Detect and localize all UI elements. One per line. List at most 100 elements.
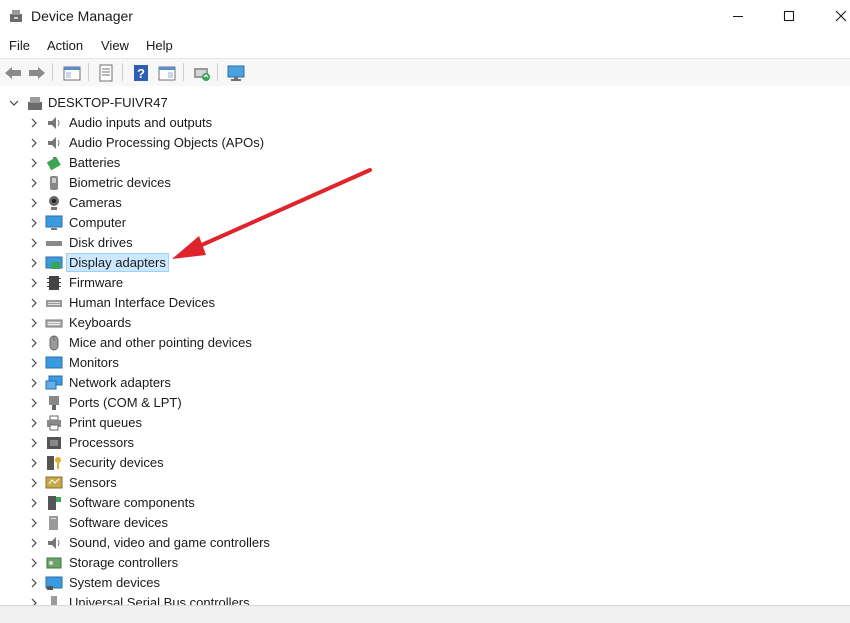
chevron-right-icon[interactable] bbox=[28, 457, 40, 469]
action-pane-icon[interactable] bbox=[156, 62, 178, 83]
speaker-icon bbox=[48, 137, 60, 149]
tree-item-ports[interactable]: Ports (COM & LPT) bbox=[0, 393, 850, 413]
tree-item-biometric[interactable]: Biometric devices bbox=[0, 173, 850, 193]
tree-item-sound-video[interactable]: Sound, video and game controllers bbox=[0, 533, 850, 553]
tree-item-computer[interactable]: Computer bbox=[0, 213, 850, 233]
chevron-right-icon[interactable] bbox=[28, 557, 40, 569]
chevron-right-icon[interactable] bbox=[28, 397, 40, 409]
update-driver-icon[interactable] bbox=[191, 62, 213, 83]
chevron-right-icon[interactable] bbox=[28, 277, 40, 289]
tree-item-audio-inputs[interactable]: Audio inputs and outputs bbox=[0, 113, 850, 133]
tree-item-monitors[interactable]: Monitors bbox=[0, 353, 850, 373]
tree-root-computer[interactable]: DESKTOP-FUIVR47 bbox=[0, 93, 850, 113]
chevron-right-icon[interactable] bbox=[28, 337, 40, 349]
security-key-icon bbox=[47, 456, 61, 470]
tree-item-display-adapters[interactable]: Display adapters bbox=[0, 253, 850, 273]
toolbar-separator bbox=[88, 63, 89, 81]
menu-file[interactable]: File bbox=[9, 38, 30, 53]
chevron-right-icon[interactable] bbox=[28, 137, 40, 149]
chevron-right-icon[interactable] bbox=[28, 237, 40, 249]
tree-item-processors[interactable]: Processors bbox=[0, 433, 850, 453]
chevron-right-icon[interactable] bbox=[28, 357, 40, 369]
tree-item-label: Disk drives bbox=[69, 235, 133, 250]
chevron-right-icon[interactable] bbox=[28, 377, 40, 389]
tree-item-disk-drives[interactable]: Disk drives bbox=[0, 233, 850, 253]
chevron-right-icon[interactable] bbox=[28, 517, 40, 529]
tree-item-firmware[interactable]: Firmware bbox=[0, 273, 850, 293]
tree-item-label: Keyboards bbox=[69, 315, 132, 330]
tree-item-usb-controllers[interactable]: Universal Serial Bus controllers bbox=[0, 593, 850, 605]
disk-drive-icon bbox=[46, 241, 62, 246]
tree-item-audio-processing[interactable]: Audio Processing Objects (APOs) bbox=[0, 133, 850, 153]
title-bar: Device Manager bbox=[0, 0, 850, 32]
port-connector-icon bbox=[49, 396, 59, 410]
tree-item-security-devices[interactable]: Security devices bbox=[0, 453, 850, 473]
chevron-right-icon[interactable] bbox=[28, 497, 40, 509]
chevron-right-icon[interactable] bbox=[28, 417, 40, 429]
tree-item-mice[interactable]: Mice and other pointing devices bbox=[0, 333, 850, 353]
tree-item-label: Computer bbox=[69, 215, 127, 230]
tree-item-system-devices[interactable]: System devices bbox=[0, 573, 850, 593]
menu-view[interactable]: View bbox=[101, 38, 129, 53]
software-device-icon bbox=[49, 516, 58, 530]
maximize-button[interactable] bbox=[766, 0, 812, 32]
chevron-right-icon[interactable] bbox=[28, 117, 40, 129]
properties-icon[interactable] bbox=[95, 62, 117, 83]
tree-item-label: Cameras bbox=[69, 195, 122, 210]
toolbar-separator bbox=[183, 63, 184, 81]
sensor-icon bbox=[45, 476, 63, 489]
device-tree: DESKTOP-FUIVR47 Audio inputs and outputs… bbox=[0, 86, 850, 605]
tree-item-label: Monitors bbox=[69, 355, 119, 370]
chevron-down-icon[interactable] bbox=[8, 97, 20, 109]
tree-item-software-components[interactable]: Software components bbox=[0, 493, 850, 513]
tree-item-network-adapters[interactable]: Network adapters bbox=[0, 373, 850, 393]
menu-help[interactable]: Help bbox=[146, 38, 173, 53]
chevron-right-icon[interactable] bbox=[28, 197, 40, 209]
close-button[interactable] bbox=[818, 0, 850, 32]
back-arrow-icon[interactable] bbox=[2, 62, 24, 83]
tree-item-label: Print queues bbox=[69, 415, 142, 430]
tree-item-label: Display adapters bbox=[66, 253, 169, 272]
minimize-button[interactable] bbox=[715, 0, 761, 32]
usb-icon bbox=[51, 596, 57, 605]
chevron-right-icon[interactable] bbox=[28, 597, 40, 605]
tree-item-label: Network adapters bbox=[69, 375, 171, 390]
monitor-icon bbox=[45, 356, 63, 369]
toolbar: ? bbox=[0, 58, 850, 87]
chevron-right-icon[interactable] bbox=[28, 217, 40, 229]
tree-item-label: Sensors bbox=[69, 475, 117, 490]
chevron-right-icon[interactable] bbox=[28, 577, 40, 589]
chevron-right-icon[interactable] bbox=[28, 477, 40, 489]
chevron-right-icon[interactable] bbox=[28, 317, 40, 329]
help-icon[interactable]: ? bbox=[130, 62, 152, 83]
tree-item-label: Ports (COM & LPT) bbox=[69, 395, 182, 410]
status-bar bbox=[0, 605, 850, 623]
tree-item-software-devices[interactable]: Software devices bbox=[0, 513, 850, 533]
chevron-right-icon[interactable] bbox=[28, 177, 40, 189]
tree-item-cameras[interactable]: Cameras bbox=[0, 193, 850, 213]
show-hide-console-tree-icon[interactable] bbox=[61, 62, 83, 83]
tree-item-batteries[interactable]: Batteries bbox=[0, 153, 850, 173]
chevron-right-icon[interactable] bbox=[28, 437, 40, 449]
tree-item-label: System devices bbox=[69, 575, 161, 590]
chevron-right-icon[interactable] bbox=[28, 257, 40, 269]
tree-item-label: Security devices bbox=[69, 455, 164, 470]
webcam-icon bbox=[49, 196, 59, 210]
tree-item-hid[interactable]: Human Interface Devices bbox=[0, 293, 850, 313]
chevron-right-icon[interactable] bbox=[28, 537, 40, 549]
tree-item-label: Human Interface Devices bbox=[69, 295, 215, 310]
tree-root-label: DESKTOP-FUIVR47 bbox=[48, 95, 168, 110]
menu-action[interactable]: Action bbox=[47, 38, 83, 53]
scan-hardware-icon[interactable] bbox=[225, 62, 247, 83]
forward-arrow-icon[interactable] bbox=[26, 62, 48, 83]
tree-item-storage-controllers[interactable]: Storage controllers bbox=[0, 553, 850, 573]
monitor-icon bbox=[45, 215, 63, 230]
tree-item-sensors[interactable]: Sensors bbox=[0, 473, 850, 493]
tree-item-label: Software devices bbox=[69, 515, 168, 530]
tree-item-keyboards[interactable]: Keyboards bbox=[0, 313, 850, 333]
chevron-right-icon[interactable] bbox=[28, 157, 40, 169]
display-adapter-icon bbox=[45, 256, 63, 269]
tree-item-label: Audio inputs and outputs bbox=[69, 115, 213, 130]
chevron-right-icon[interactable] bbox=[28, 297, 40, 309]
tree-item-print-queues[interactable]: Print queues bbox=[0, 413, 850, 433]
